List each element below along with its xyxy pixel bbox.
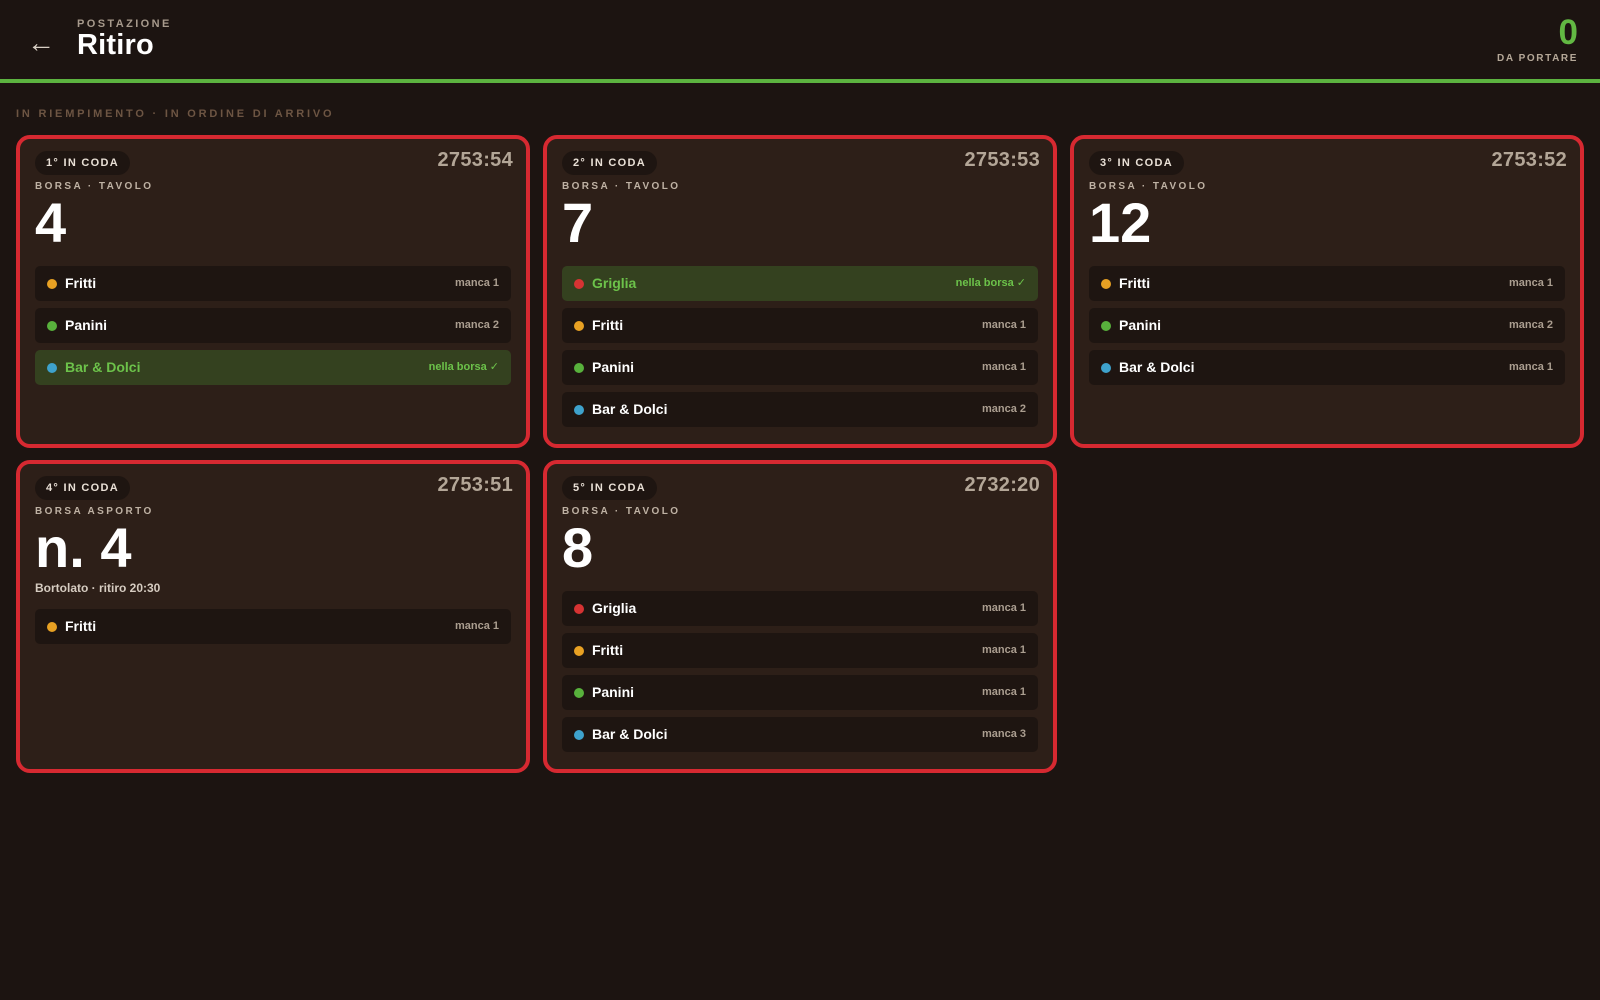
- queue-badge: 2° IN CODA: [562, 151, 658, 175]
- station-row-bar-dolci[interactable]: Bar & Dolci manca 1: [1089, 350, 1565, 385]
- station-status: manca 2: [454, 319, 499, 331]
- status-dot: [47, 363, 57, 373]
- elapsed-timer: 2753:54: [437, 149, 513, 171]
- station-status: manca 1: [454, 620, 499, 632]
- station-name: Panini: [65, 317, 108, 333]
- queue-badge: 4° IN CODA: [35, 476, 131, 500]
- section-label: IN RIEMPIMENTO · IN ORDINE DI ARRIVO: [16, 108, 335, 120]
- station-row-fritti[interactable]: Fritti manca 1: [35, 609, 511, 644]
- station-row-fritti[interactable]: Fritti manca 1: [35, 266, 511, 301]
- table-number: 4: [35, 191, 67, 254]
- to-deliver-label: DA PORTARE: [1497, 53, 1578, 64]
- page-title: Ritiro: [77, 29, 154, 61]
- station-row-griglia[interactable]: Griglia nella borsa ✓: [562, 266, 1038, 301]
- order-card[interactable]: 5° IN CODA 2732:20 BORSA · TAVOLO 8 Grig…: [543, 460, 1057, 773]
- station-status: manca 1: [1508, 277, 1553, 289]
- station-row-griglia[interactable]: Griglia manca 1: [562, 591, 1038, 626]
- order-card[interactable]: 2° IN CODA 2753:53 BORSA · TAVOLO 7 Grig…: [543, 135, 1057, 448]
- status-dot: [574, 730, 584, 740]
- station-name: Panini: [1119, 317, 1162, 333]
- elapsed-timer: 2753:51: [437, 474, 513, 496]
- station-name: Bar & Dolci: [1119, 359, 1195, 375]
- station-status: manca 1: [981, 644, 1026, 656]
- station-status: manca 1: [981, 686, 1026, 698]
- arrow-left-icon[interactable]: ←: [26, 26, 56, 60]
- station-name: Bar & Dolci: [592, 401, 668, 417]
- station-status: manca 2: [1508, 319, 1553, 331]
- station-row-fritti[interactable]: Fritti manca 1: [1089, 266, 1565, 301]
- status-dot: [47, 321, 57, 331]
- station-row-bar-dolci[interactable]: Bar & Dolci nella borsa ✓: [35, 350, 511, 385]
- takeaway-number: n. 4: [35, 516, 132, 579]
- order-card[interactable]: 4° IN CODA 2753:51 BORSA ASPORTO n. 4 Bo…: [16, 460, 530, 773]
- status-dot: [574, 405, 584, 415]
- station-status: manca 1: [981, 361, 1026, 373]
- station-name: Fritti: [65, 275, 97, 291]
- status-dot: [47, 622, 57, 632]
- status-dot: [1101, 321, 1111, 331]
- station-status: manca 1: [454, 277, 499, 289]
- status-dot: [574, 363, 584, 373]
- table-number: 8: [562, 516, 594, 579]
- station-row-panini[interactable]: Panini manca 2: [35, 308, 511, 343]
- station-name: Fritti: [592, 317, 624, 333]
- station-status: nella borsa ✓: [428, 361, 499, 373]
- elapsed-timer: 2753:53: [964, 149, 1040, 171]
- elapsed-timer: 2753:52: [1491, 149, 1567, 171]
- status-dot: [574, 279, 584, 289]
- status-dot: [574, 688, 584, 698]
- station-status: manca 1: [981, 319, 1026, 331]
- table-number: 12: [1089, 191, 1152, 254]
- status-dot: [574, 321, 584, 331]
- station-status: manca 1: [1508, 361, 1553, 373]
- station-name: Griglia: [592, 600, 637, 616]
- station-row-bar-dolci[interactable]: Bar & Dolci manca 2: [562, 392, 1038, 427]
- station-name: Bar & Dolci: [592, 726, 668, 742]
- status-dot: [47, 279, 57, 289]
- table-number: 7: [562, 191, 594, 254]
- station-name: Panini: [592, 684, 635, 700]
- queue-badge: 1° IN CODA: [35, 151, 131, 175]
- station-name: Fritti: [65, 618, 97, 634]
- header: ← POSTAZIONE Ritiro 0 DA PORTARE: [0, 0, 1600, 83]
- station-row-bar-dolci[interactable]: Bar & Dolci manca 3: [562, 717, 1038, 752]
- station-list: Griglia manca 1 Fritti manca 1 Panini ma…: [562, 591, 1038, 759]
- status-dot: [1101, 279, 1111, 289]
- station-name: Panini: [592, 359, 635, 375]
- station-status: manca 3: [981, 728, 1026, 740]
- status-dot: [1101, 363, 1111, 373]
- station-name: Fritti: [592, 642, 624, 658]
- queue-badge: 3° IN CODA: [1089, 151, 1185, 175]
- station-name: Fritti: [1119, 275, 1151, 291]
- station-status: manca 2: [981, 403, 1026, 415]
- station-list: Griglia nella borsa ✓ Fritti manca 1 Pan…: [562, 266, 1038, 434]
- status-dot: [574, 604, 584, 614]
- status-dot: [574, 646, 584, 656]
- customer-note: Bortolato · ritiro 20:30: [35, 581, 161, 595]
- station-row-panini[interactable]: Panini manca 1: [562, 675, 1038, 710]
- order-card[interactable]: 1° IN CODA 2753:54 BORSA · TAVOLO 4 Frit…: [16, 135, 530, 448]
- station-status: nella borsa ✓: [955, 277, 1026, 289]
- station-row-fritti[interactable]: Fritti manca 1: [562, 308, 1038, 343]
- station-list: Fritti manca 1: [35, 609, 511, 651]
- station-name: Bar & Dolci: [65, 359, 141, 375]
- elapsed-timer: 2732:20: [964, 474, 1040, 496]
- station-row-fritti[interactable]: Fritti manca 1: [562, 633, 1038, 668]
- to-deliver-counter: 0 DA PORTARE: [1497, 12, 1578, 64]
- queue-badge: 5° IN CODA: [562, 476, 658, 500]
- to-deliver-count: 0: [1558, 13, 1578, 52]
- station-list: Fritti manca 1 Panini manca 2 Bar & Dolc…: [1089, 266, 1565, 392]
- station-name: Griglia: [592, 275, 637, 291]
- station-status: manca 1: [981, 602, 1026, 614]
- station-row-panini[interactable]: Panini manca 2: [1089, 308, 1565, 343]
- station-list: Fritti manca 1 Panini manca 2 Bar & Dolc…: [35, 266, 511, 392]
- order-card[interactable]: 3° IN CODA 2753:52 BORSA · TAVOLO 12 Fri…: [1070, 135, 1584, 448]
- station-row-panini[interactable]: Panini manca 1: [562, 350, 1038, 385]
